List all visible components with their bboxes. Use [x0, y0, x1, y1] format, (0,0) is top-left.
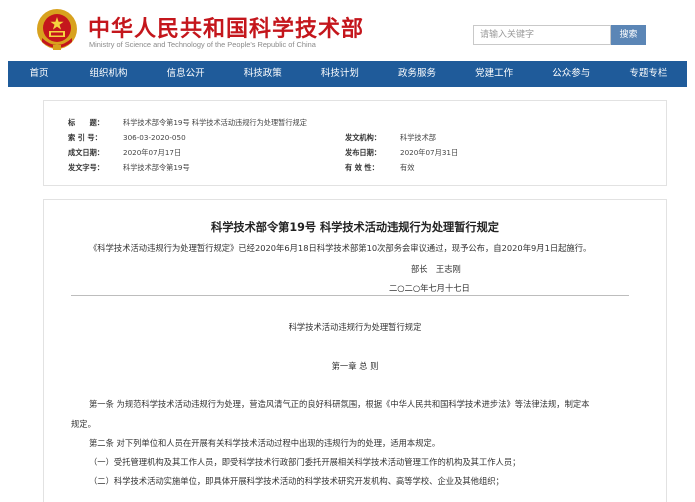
article-clause-1-line-2: 规定。	[71, 419, 96, 429]
article-date: 二○二○年七月十七日	[389, 283, 470, 293]
nav-item-home[interactable]: 首页	[8, 61, 70, 87]
search-input[interactable]	[473, 25, 611, 45]
article-item-2: （二）科学技术活动实施单位，即具体开展科学技术活动的科学技术研究开发机构、高等学…	[89, 476, 504, 486]
national-emblem-icon[interactable]	[36, 8, 78, 52]
site-subtitle: Ministry of Science and Technology of th…	[89, 40, 316, 49]
meta-index-value: 306-03-2020-050	[123, 133, 186, 142]
meta-docno-value: 科学技术部令第19号	[123, 163, 190, 172]
chapter-heading: 第一章 总 则	[331, 361, 379, 371]
article-body: 科学技术部令第19号 科学技术活动违规行为处理暂行规定 《科学技术活动违规行为处…	[43, 199, 667, 502]
nav-item-sci-tech-policy[interactable]: 科技政策	[224, 61, 301, 87]
article-signer: 部长 王志刚	[411, 264, 461, 274]
article-clause-1-line-1: 第一条 为规范科学技术活动违规行为处理，营造风清气正的良好科研氛围，根据《中华人…	[89, 399, 590, 409]
meta-issuer-label: 发文机构：	[345, 133, 381, 142]
nav-item-public-participation[interactable]: 公众参与	[533, 61, 610, 87]
site-header: 中华人民共和国科学技术部 Ministry of Science and Tec…	[0, 0, 695, 60]
document-metadata: 标 题： 科学技术部令第19号 科学技术活动违规行为处理暂行规定 索 引 号： …	[43, 100, 667, 186]
meta-created-value: 2020年07月17日	[123, 148, 182, 157]
nav-item-organization[interactable]: 组织机构	[70, 61, 147, 87]
nav-item-special-topics[interactable]: 专题专栏	[610, 61, 687, 87]
meta-docno-label: 发文字号：	[68, 163, 104, 172]
meta-created-label: 成文日期：	[68, 148, 104, 157]
meta-published-label: 发布日期：	[345, 148, 381, 157]
meta-validity-value: 有效	[400, 163, 415, 172]
article-intro: 《科学技术活动违规行为处理暂行规定》已经2020年6月18日科学技术部第10次部…	[89, 243, 592, 253]
document-title: 科学技术活动违规行为处理暂行规定	[288, 322, 422, 332]
meta-published-value: 2020年07月31日	[400, 148, 459, 157]
meta-index-label: 索 引 号：	[68, 133, 102, 142]
search-button[interactable]: 搜索	[611, 25, 646, 45]
meta-validity-label: 有 效 性：	[345, 163, 379, 172]
meta-title-value: 科学技术部令第19号 科学技术活动违规行为处理暂行规定	[123, 118, 307, 127]
nav-item-information-disclosure[interactable]: 信息公开	[147, 61, 224, 87]
article-clause-2: 第二条 对下列单位和人员在开展有关科学技术活动过程中出现的违规行为的处理，适用本…	[89, 438, 441, 448]
article-item-1: （一）受托管理机构及其工作人员，即受科学技术行政部门委托开展相关科学技术活动管理…	[89, 457, 521, 467]
site-title[interactable]: 中华人民共和国科学技术部	[88, 11, 364, 43]
main-nav: 首页 组织机构 信息公开 科技政策 科技计划 政务服务 党建工作 公众参与 专题…	[8, 61, 687, 87]
nav-item-party-building[interactable]: 党建工作	[456, 61, 533, 87]
nav-item-government-services[interactable]: 政务服务	[379, 61, 456, 87]
meta-title-label: 标 题：	[68, 118, 104, 127]
nav-item-sci-tech-plan[interactable]: 科技计划	[301, 61, 378, 87]
article-divider	[71, 295, 629, 296]
article-title: 科学技术部令第19号 科学技术活动违规行为处理暂行规定	[211, 221, 499, 234]
meta-issuer-value: 科学技术部	[400, 133, 436, 142]
